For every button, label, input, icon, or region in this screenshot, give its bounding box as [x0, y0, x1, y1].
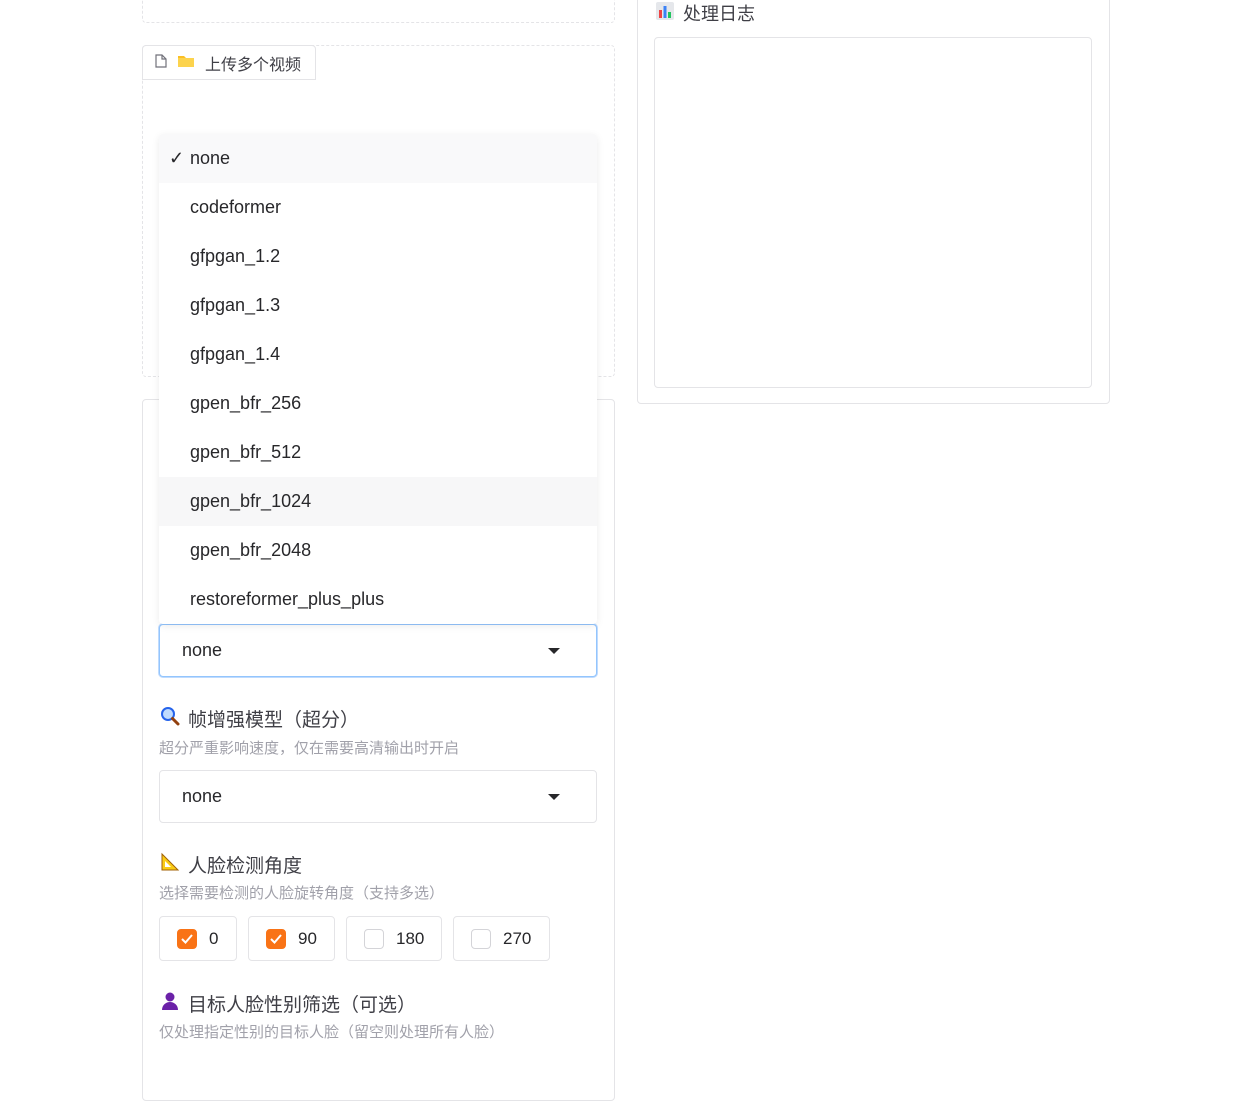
face-enhancer-select[interactable]: none: [159, 624, 597, 677]
dropdown-option[interactable]: restoreformer_plus_plus: [159, 575, 597, 624]
bar-chart-icon: [655, 1, 675, 26]
checkbox-icon[interactable]: [364, 928, 384, 949]
dropdown-option[interactable]: gpen_bfr_1024: [159, 477, 597, 526]
folder-icon: [177, 53, 195, 72]
gender-filter-title: 目标人脸性别筛选（可选）: [160, 990, 416, 1017]
checkbox-icon[interactable]: [177, 928, 197, 949]
check-icon: ✓: [169, 148, 185, 168]
face-angle-title: 人脸检测角度: [160, 851, 302, 878]
person-icon: [160, 991, 180, 1016]
gender-filter-description: 仅处理指定性别的目标人脸（留空则处理所有人脸）: [159, 1023, 505, 1041]
angle-checkbox-270[interactable]: 270: [453, 916, 550, 961]
face-enhancer-dropdown: ✓ none codeformer gfpgan_1.2 gfpgan_1.3 g…: [159, 134, 597, 624]
angle-checkbox-90[interactable]: 90: [248, 916, 335, 961]
checkbox-icon[interactable]: [471, 928, 491, 949]
multi-video-upload-tab[interactable]: 上传多个视频: [142, 45, 316, 80]
frame-enhancer-select[interactable]: none: [159, 770, 597, 823]
upload-tab-label: 上传多个视频: [205, 54, 302, 74]
dropdown-option[interactable]: gpen_bfr_512: [159, 428, 597, 477]
chevron-down-icon: [548, 647, 560, 654]
frame-enhancer-value: none: [182, 786, 223, 806]
dropdown-option[interactable]: codeformer: [159, 183, 597, 232]
upload-panel-top: [142, 0, 615, 23]
log-title: 处理日志: [655, 0, 755, 26]
dropdown-option[interactable]: gfpgan_1.2: [159, 232, 597, 281]
dropdown-option[interactable]: gpen_bfr_2048: [159, 526, 597, 575]
log-textbox[interactable]: [654, 37, 1092, 388]
face-enhancer-value: none: [182, 640, 223, 660]
dropdown-option[interactable]: gfpgan_1.3: [159, 281, 597, 330]
chevron-down-icon: [548, 793, 560, 800]
dropdown-option[interactable]: gfpgan_1.4: [159, 330, 597, 379]
log-title-text: 处理日志: [683, 4, 755, 25]
frame-enhancer-description: 超分严重影响速度，仅在需要高清输出时开启: [159, 739, 460, 757]
file-icon: [155, 53, 167, 72]
angle-checkbox-180[interactable]: 180: [346, 916, 442, 961]
triangle-ruler-icon: [160, 852, 180, 877]
dropdown-option[interactable]: ✓ none: [159, 134, 597, 183]
frame-enhancer-title: 帧增强模型（超分）: [160, 705, 359, 732]
face-angle-description: 选择需要检测的人脸旋转角度（支持多选）: [159, 884, 445, 902]
dropdown-option[interactable]: gpen_bfr_256: [159, 379, 597, 428]
angle-checkbox-0[interactable]: 0: [159, 916, 237, 961]
magnifier-icon: [160, 706, 180, 731]
checkbox-icon[interactable]: [266, 928, 286, 949]
